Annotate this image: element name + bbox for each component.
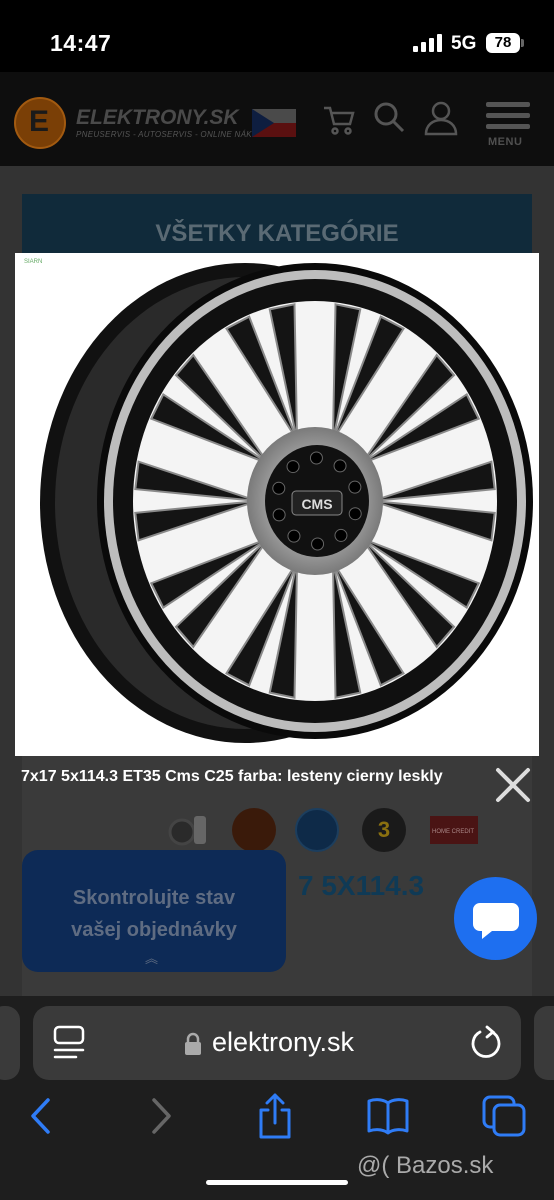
- lug-hole: [348, 507, 362, 521]
- tuv-icon: [295, 808, 339, 852]
- lug-hole: [286, 460, 300, 474]
- flag-icon[interactable]: [252, 109, 296, 137]
- battery-icon: 78: [486, 33, 520, 53]
- categories-label: VŠETKY KATEGÓRIE: [155, 220, 399, 247]
- site-header: E ELEKTRONY.SK PNEUSERVIS - AUTOSERVIS -…: [0, 72, 554, 166]
- user-icon[interactable]: [424, 100, 458, 136]
- bookmarks-icon[interactable]: [364, 1093, 412, 1139]
- photo-watermark: SIARN: [24, 259, 43, 265]
- forward-icon[interactable]: [137, 1093, 185, 1139]
- chevron-up-icon: ︽: [145, 951, 159, 966]
- product-photo[interactable]: CMS: [15, 253, 539, 756]
- back-icon[interactable]: [18, 1093, 66, 1139]
- chat-bubble-icon: [473, 903, 519, 939]
- chat-button[interactable]: [454, 877, 537, 960]
- reload-icon[interactable]: [468, 1024, 504, 1062]
- close-icon[interactable]: [493, 765, 533, 805]
- logo-text: ELEKTRONY.SK: [76, 106, 239, 129]
- home-credit-label: HOME CREDIT: [432, 829, 474, 835]
- number-badge-label: 3: [377, 817, 391, 842]
- warning-shield-icon: [232, 808, 276, 852]
- url-text[interactable]: elektrony.sk: [212, 1027, 354, 1058]
- product-title-fragment: 7 5X114.3: [298, 870, 425, 901]
- cart-icon[interactable]: [322, 102, 356, 136]
- tire-service-icon: [168, 816, 206, 846]
- lug-hole: [309, 451, 323, 465]
- lug-hole: [348, 480, 362, 494]
- reader-icon[interactable]: [52, 1024, 86, 1062]
- signal-icon: [413, 34, 442, 52]
- menu-label: MENU: [488, 136, 523, 148]
- lug-hole: [311, 537, 325, 551]
- lug-hole: [272, 508, 286, 522]
- logo-letter: E: [28, 105, 49, 138]
- order-status-label: Skontrolujte stav vašej objednávky: [71, 887, 237, 941]
- watermark: @( Bazos.sk: [357, 1152, 494, 1179]
- search-icon[interactable]: [372, 100, 406, 134]
- battery-tip: [521, 39, 524, 47]
- menu-icon[interactable]: [486, 102, 530, 130]
- lock-icon: [185, 1032, 201, 1055]
- home-indicator: [206, 1180, 348, 1185]
- lug-hole: [333, 459, 347, 473]
- lug-hole: [334, 528, 348, 542]
- wheel-logo: CMS: [301, 496, 332, 512]
- lug-hole: [272, 481, 286, 495]
- tabs-icon[interactable]: [480, 1093, 528, 1139]
- previous-tab-preview[interactable]: [0, 1006, 20, 1080]
- network-type: 5G: [451, 33, 477, 54]
- next-tab-preview[interactable]: [534, 1006, 554, 1080]
- logo-tagline: PNEUSERVIS - AUTOSERVIS - ONLINE NÁKUP: [76, 130, 264, 139]
- share-icon[interactable]: [251, 1093, 299, 1139]
- wheel-image: CMS: [40, 263, 533, 743]
- lug-hole: [287, 529, 301, 543]
- status-time: 14:47: [50, 30, 112, 56]
- photo-caption: 7x17 5x114.3 ET35 Cms C25 farba: lesteny…: [21, 768, 443, 785]
